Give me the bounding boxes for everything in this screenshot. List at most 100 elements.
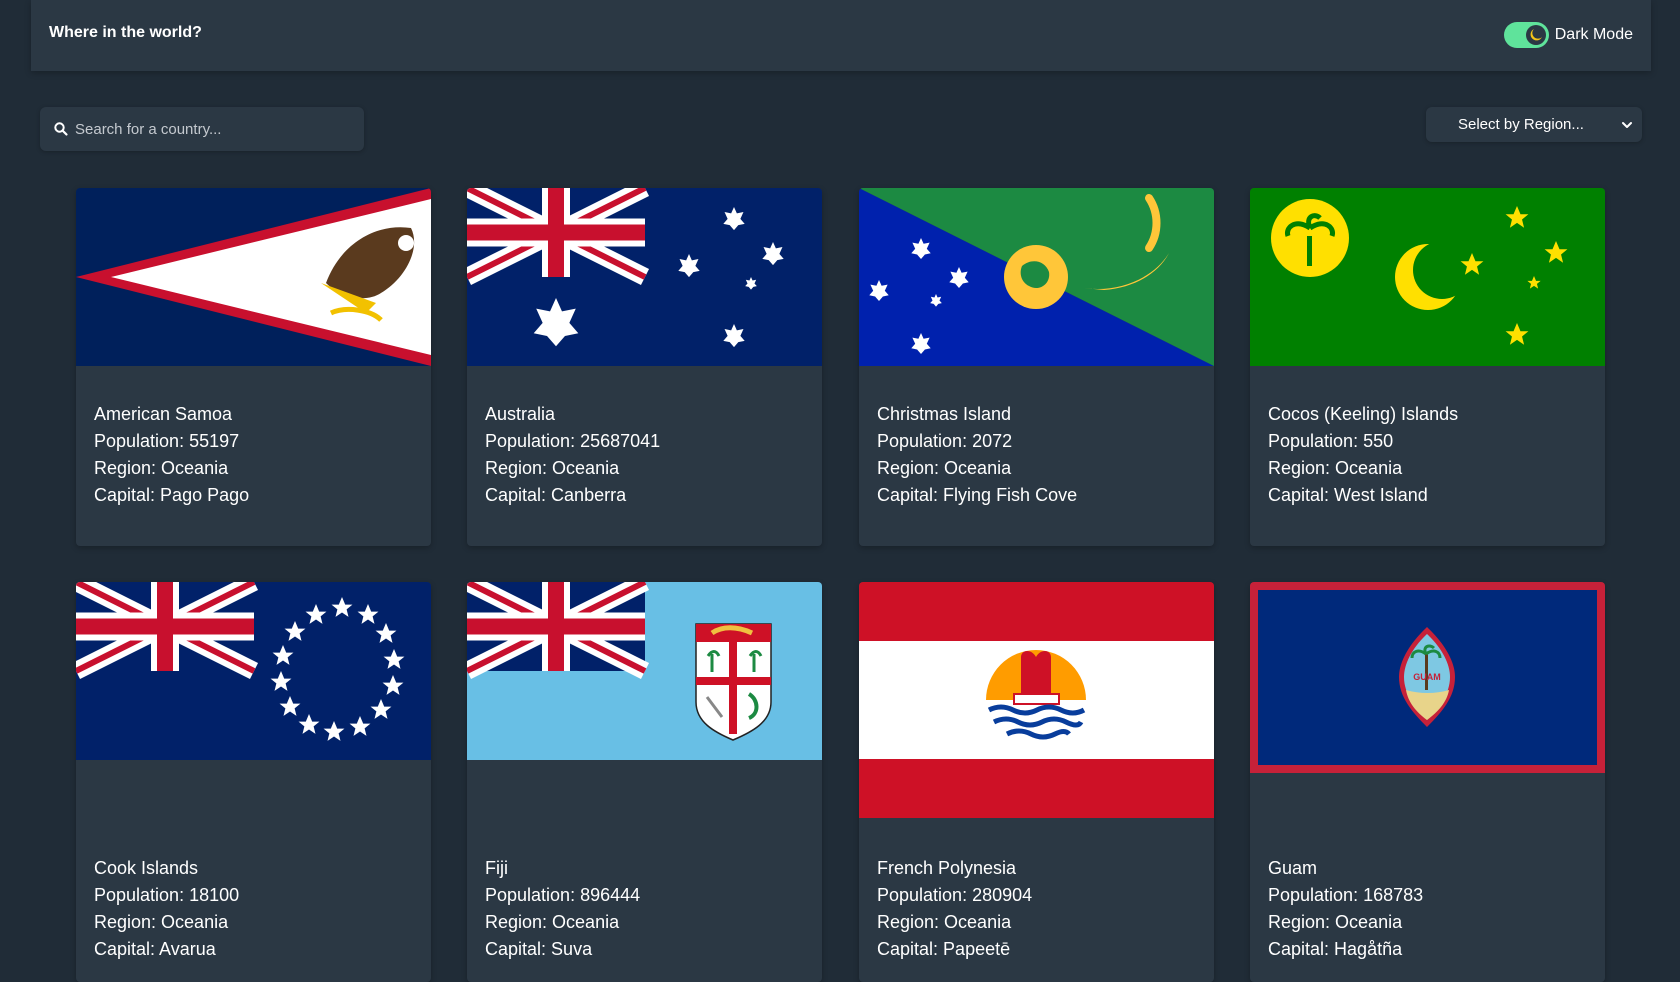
capital-label: Capital:: [1268, 939, 1335, 959]
population-value: 25687041: [580, 431, 661, 451]
flag-australia: [467, 188, 822, 366]
flag-cook-islands: [76, 582, 431, 760]
region-line: Region: Oceania: [485, 455, 660, 482]
search-icon: [54, 122, 68, 136]
population-label: Population:: [94, 885, 190, 905]
region-value: Oceania: [161, 912, 229, 932]
country-name: French Polynesia: [877, 858, 1017, 878]
country-card-australia[interactable]: Australia Population: 25687041 Region: O…: [467, 188, 822, 546]
capital-value: Suva: [551, 939, 593, 959]
population-line: Population: 18100: [94, 882, 239, 909]
population-line: Population: 550: [1268, 428, 1458, 455]
capital-line: Capital: Papeetē: [877, 936, 1032, 963]
capital-value: Canberra: [551, 485, 627, 505]
country-name: American Samoa: [94, 404, 233, 424]
country-card-cook-islands[interactable]: Cook Islands Population: 18100 Region: O…: [76, 582, 431, 982]
region-label: Region:: [485, 458, 553, 478]
region-value: Oceania: [552, 458, 620, 478]
population-value: 168783: [1363, 885, 1424, 905]
population-value: 896444: [580, 885, 641, 905]
region-label: Region:: [1268, 458, 1336, 478]
population-value: 280904: [972, 885, 1033, 905]
region-line: Region: Oceania: [877, 455, 1077, 482]
region-label: Region:: [94, 912, 162, 932]
capital-line: Capital: Suva: [485, 936, 640, 963]
country-card-cocos-keeling-islands[interactable]: Cocos (Keeling) Islands Population: 550 …: [1250, 188, 1605, 546]
chevron-down-icon: [1622, 122, 1632, 128]
card-info: Fiji Population: 896444 Region: Oceania …: [485, 855, 640, 963]
region-line: Region: Oceania: [94, 909, 239, 936]
capital-label: Capital:: [94, 485, 161, 505]
population-label: Population:: [94, 431, 190, 451]
population-line: Population: 25687041: [485, 428, 660, 455]
country-name: Christmas Island: [877, 404, 1012, 424]
card-info: Australia Population: 25687041 Region: O…: [485, 401, 660, 509]
card-info: Guam Population: 168783 Region: Oceania …: [1268, 855, 1423, 963]
country-name: Guam: [1268, 858, 1318, 878]
region-line: Region: Oceania: [1268, 909, 1423, 936]
region-value: Oceania: [1335, 912, 1403, 932]
region-label: Region:: [877, 912, 945, 932]
population-value: 2072: [972, 431, 1013, 451]
region-filter-label: Select by Region...: [1458, 116, 1584, 133]
capital-value: Hagåtña: [1334, 939, 1403, 959]
capital-label: Capital:: [877, 485, 944, 505]
region-line: Region: Oceania: [94, 455, 249, 482]
capital-label: Capital:: [1268, 485, 1335, 505]
guam-flag-text: GUAM: [1413, 672, 1441, 682]
capital-line: Capital: Canberra: [485, 482, 660, 509]
card-info: Christmas Island Population: 2072 Region…: [877, 401, 1077, 509]
flag-american-samoa: [76, 188, 431, 366]
capital-label: Capital:: [877, 939, 944, 959]
population-line: Population: 2072: [877, 428, 1077, 455]
region-line: Region: Oceania: [485, 909, 640, 936]
country-name: Cocos (Keeling) Islands: [1268, 404, 1459, 424]
app-header: Where in the world? Dark Mode: [31, 0, 1651, 71]
population-label: Population:: [1268, 431, 1364, 451]
flag-french-polynesia: [859, 582, 1214, 818]
country-card-christmas-island[interactable]: Christmas Island Population: 2072 Region…: [859, 188, 1214, 546]
capital-label: Capital:: [94, 939, 160, 959]
card-info: American Samoa Population: 55197 Region:…: [94, 401, 249, 509]
dark-mode-label: Dark Mode: [1554, 26, 1633, 43]
country-card-guam[interactable]: GUAM Guam Population: 168783 Region: Oce…: [1250, 582, 1605, 982]
region-value: Oceania: [1335, 458, 1403, 478]
capital-line: Capital: Flying Fish Cove: [877, 482, 1077, 509]
search-box[interactable]: [40, 107, 364, 151]
capital-label: Capital:: [485, 939, 552, 959]
population-line: Population: 896444: [485, 882, 640, 909]
card-info: Cook Islands Population: 18100 Region: O…: [94, 855, 239, 963]
capital-label: Capital:: [485, 485, 552, 505]
country-card-french-polynesia[interactable]: French Polynesia Population: 280904 Regi…: [859, 582, 1214, 982]
country-name: Cook Islands: [94, 858, 199, 878]
population-line: Population: 168783: [1268, 882, 1423, 909]
population-label: Population:: [1268, 885, 1364, 905]
population-label: Population:: [877, 885, 973, 905]
flag-christmas-island: [859, 188, 1214, 366]
toggle-track[interactable]: [1503, 22, 1549, 48]
capital-line: Capital: Hagåtña: [1268, 936, 1423, 963]
dark-mode-toggle[interactable]: Dark Mode: [1503, 20, 1633, 50]
flag-fiji: [467, 582, 822, 760]
region-filter-select[interactable]: Select by Region...: [1426, 107, 1642, 142]
population-line: Population: 280904: [877, 882, 1032, 909]
population-value: 18100: [189, 885, 240, 905]
region-label: Region:: [1268, 912, 1336, 932]
region-label: Region:: [877, 458, 945, 478]
population-label: Population:: [877, 431, 973, 451]
app-title: Where in the world?: [49, 24, 202, 41]
region-value: Oceania: [552, 912, 620, 932]
region-line: Region: Oceania: [877, 909, 1032, 936]
country-card-fiji[interactable]: Fiji Population: 896444 Region: Oceania …: [467, 582, 822, 982]
card-info: Cocos (Keeling) Islands Population: 550 …: [1268, 401, 1458, 509]
country-card-american-samoa[interactable]: American Samoa Population: 55197 Region:…: [76, 188, 431, 546]
capital-value: West Island: [1334, 485, 1428, 505]
region-value: Oceania: [944, 458, 1012, 478]
search-input[interactable]: [73, 119, 347, 139]
population-value: 550: [1363, 431, 1394, 451]
population-line: Population: 55197: [94, 428, 249, 455]
region-line: Region: Oceania: [1268, 455, 1458, 482]
region-value: Oceania: [161, 458, 229, 478]
population-value: 55197: [189, 431, 240, 451]
card-info: French Polynesia Population: 280904 Regi…: [877, 855, 1032, 963]
